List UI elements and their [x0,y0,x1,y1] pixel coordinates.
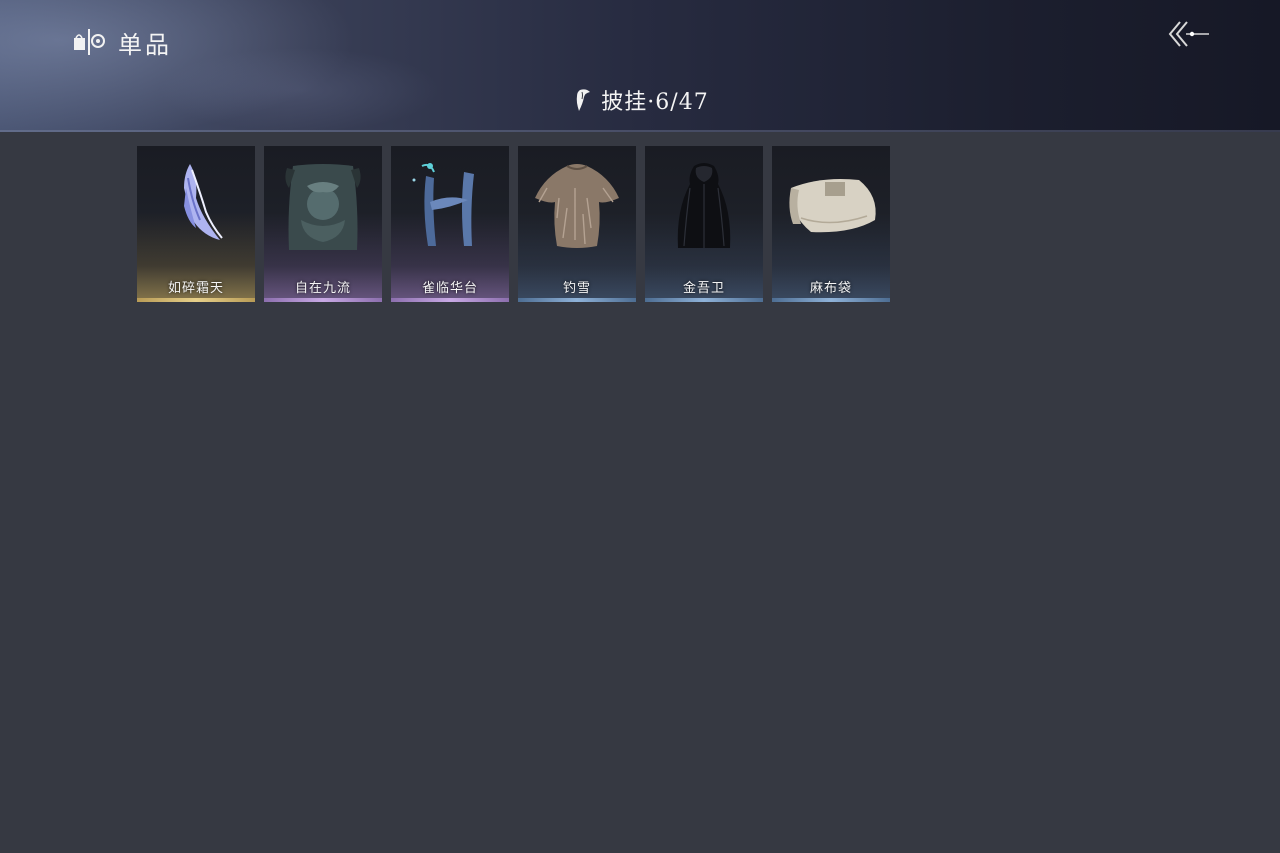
rarity-bar [264,298,382,302]
item-card[interactable]: 雀临华台 [391,146,509,302]
item-name: 雀临华台 [421,281,478,296]
rarity-bar [518,298,636,302]
item-card[interactable]: 金吾卫 [645,146,763,302]
straw-cloak-image [535,164,619,248]
item-card[interactable]: 如碎霜天 [137,146,255,302]
black-hooded-cloak-image [677,163,731,248]
silk-sash-image [412,163,474,246]
rarity-bar [391,298,509,302]
category-label: 披挂·6/47 [601,90,709,115]
rarity-bar [137,298,255,302]
page-title: 单品 [118,30,172,59]
category-header: 披挂·6/47 [0,82,1280,118]
wardrobe-icon [74,29,105,55]
rarity-bar [772,298,890,302]
item-card[interactable]: 钓雪 [518,146,636,302]
embroidered-cape-image [285,164,361,250]
back-arrow-icon[interactable] [1166,18,1212,52]
sack-image [789,179,876,233]
top-bar: 单品 披挂·6/47 [0,0,1280,132]
item-name: 金吾卫 [682,281,725,296]
item-card[interactable]: 麻布袋 [772,146,890,302]
item-name: 如碎霜天 [167,281,224,296]
item-name: 钓雪 [562,281,591,296]
item-grid: 如碎霜天 自在九流 雀临华台 钓雪 金吾卫 麻布袋 [137,146,890,302]
item-name: 自在九流 [294,281,351,296]
rarity-bar [645,298,763,302]
item-card[interactable]: 自在九流 [264,146,382,302]
page-title-group: 单品 [72,25,172,59]
cape-icon [577,89,591,111]
item-name: 麻布袋 [809,281,852,296]
frost-wing-cape-image [184,164,223,240]
